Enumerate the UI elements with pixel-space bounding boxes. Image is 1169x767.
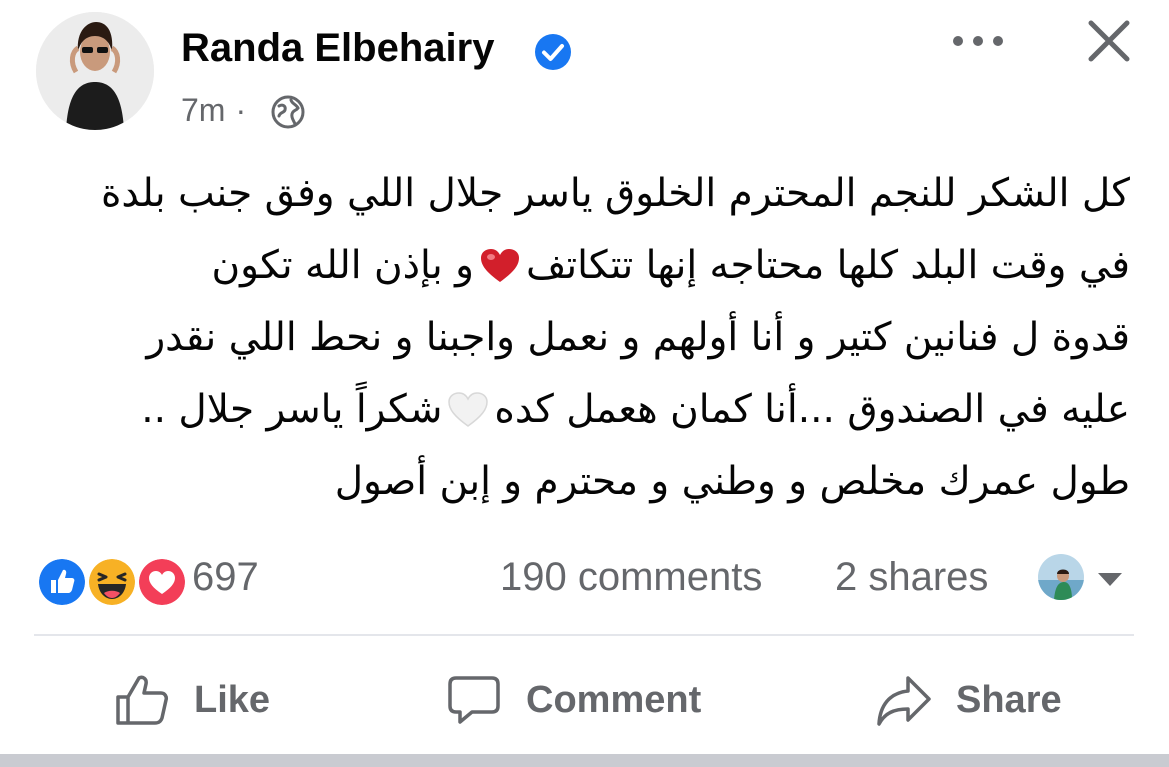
haha-reaction-icon — [86, 556, 138, 608]
author-name[interactable]: Randa Elbehairy — [181, 26, 494, 71]
post-line-4b: شكراً ياسر جلال .. — [141, 387, 443, 432]
divider — [34, 634, 1134, 636]
post-line-4: عليه في الصندوق ...أنا كمان هعمل كده شكرا… — [30, 374, 1130, 446]
action-bar: Like Comment Share — [0, 650, 1169, 750]
white-heart-emoji-icon — [448, 392, 489, 427]
post-text: كل الشكر للنجم المحترم الخلوق ياسر جلال … — [30, 158, 1130, 518]
shares-count[interactable]: 2 shares — [835, 555, 988, 600]
love-reaction-icon — [136, 556, 188, 608]
thumbs-up-icon — [116, 675, 168, 725]
post-line-2: في وقت البلد كلها محتاجه إنها تتكاتف و بإ… — [30, 230, 1130, 302]
more-options-icon[interactable] — [948, 28, 1008, 54]
close-icon[interactable] — [1084, 16, 1134, 66]
post-line-3: قدوة ل فنانين كتير و أنا أولهم و نعمل وا… — [146, 315, 1130, 360]
post-meta: 7m · — [181, 92, 256, 129]
post-line-5: طول عمرك مخلص و وطني و محترم و إبن أصول — [334, 459, 1130, 504]
post-line-2b: و بإذن الله تكون — [211, 243, 474, 288]
comment-button[interactable]: Comment — [446, 670, 701, 730]
chevron-down-icon[interactable] — [1096, 570, 1124, 588]
author-avatar[interactable] — [36, 12, 154, 130]
meta-separator: · — [235, 92, 247, 128]
share-arrow-icon — [877, 676, 931, 726]
verified-badge-icon — [535, 34, 571, 70]
post-line-4a: عليه في الصندوق ...أنا كمان هعمل كده — [494, 387, 1130, 432]
share-button[interactable]: Share — [876, 670, 1062, 730]
like-label: Like — [194, 678, 271, 721]
post-time[interactable]: 7m — [181, 92, 225, 128]
post-line-1: كل الشكر للنجم المحترم الخلوق ياسر جلال … — [100, 171, 1130, 216]
bottom-separator — [0, 754, 1169, 767]
globe-icon[interactable] — [270, 94, 306, 130]
red-heart-emoji-icon — [480, 249, 519, 282]
comment-label: Comment — [526, 678, 702, 721]
comments-count[interactable]: 190 comments — [500, 555, 762, 600]
viewer-avatar[interactable] — [1038, 554, 1084, 600]
reaction-count[interactable]: 697 — [192, 555, 259, 600]
share-label: Share — [956, 678, 1062, 721]
post-header: Randa Elbehairy 7m · — [0, 0, 1169, 140]
like-reaction-icon — [36, 556, 88, 608]
post-stats: 697 190 comments 2 shares — [0, 550, 1169, 610]
post-line-2a: في وقت البلد كلها محتاجه إنها تتكاتف — [525, 243, 1130, 288]
comment-icon — [448, 676, 500, 724]
reactions-summary[interactable] — [36, 556, 188, 608]
like-button[interactable]: Like — [114, 670, 270, 730]
